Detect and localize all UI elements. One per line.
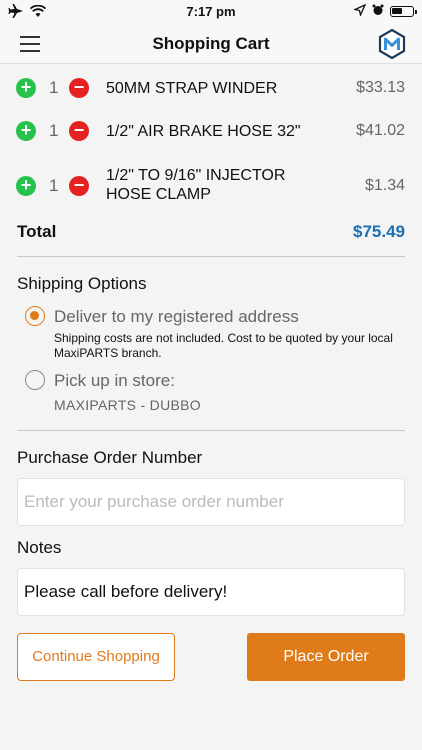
- decrease-quantity-button[interactable]: −: [69, 176, 89, 196]
- increase-quantity-button[interactable]: +: [16, 78, 36, 98]
- notes-label: Notes: [17, 538, 62, 557]
- location-arrow-icon: [352, 3, 367, 19]
- item-price: $33.13: [356, 79, 405, 96]
- cart-item: + 1 − 1/2" AIR BRAKE HOSE 32" $41.02: [0, 121, 422, 143]
- store-name: MAXIPARTS - DUBBO: [54, 397, 201, 413]
- decrease-quantity-button[interactable]: −: [69, 78, 89, 98]
- cart-item: + 1 − 50MM STRAP WINDER $33.13: [0, 78, 422, 100]
- status-bar-right: [352, 3, 417, 19]
- total-label: Total: [17, 222, 57, 241]
- hamburger-menu-icon[interactable]: [20, 36, 40, 52]
- item-name: 1/2" AIR BRAKE HOSE 32": [106, 123, 301, 140]
- status-bar: 7:17 pm: [0, 0, 422, 24]
- alarm-clock-icon: [372, 4, 384, 19]
- quantity-value: 1: [49, 121, 59, 140]
- battery-icon: [390, 6, 417, 17]
- divider: [17, 430, 405, 431]
- total-value: $75.49: [353, 222, 405, 241]
- pickup-label[interactable]: Pick up in store:: [54, 371, 175, 391]
- continue-shopping-button[interactable]: Continue Shopping: [17, 633, 175, 681]
- item-name: 50MM STRAP WINDER: [106, 80, 278, 97]
- deliver-label[interactable]: Deliver to my registered address: [54, 307, 299, 327]
- decrease-quantity-button[interactable]: −: [69, 121, 89, 141]
- place-order-button[interactable]: Place Order: [247, 633, 405, 681]
- cart-item: + 1 − 1/2" TO 9/16" INJECTOR HOSE CLAMP …: [0, 166, 422, 206]
- pickup-radio[interactable]: [25, 370, 45, 390]
- shipping-options-title: Shipping Options: [17, 274, 147, 293]
- notes-input[interactable]: [17, 568, 405, 616]
- item-price: $1.34: [364, 177, 405, 194]
- item-name: 1/2" TO 9/16" INJECTOR HOSE CLAMP: [106, 167, 286, 203]
- purchase-order-label: Purchase Order Number: [17, 448, 203, 467]
- page-title: Shopping Cart: [152, 34, 270, 53]
- item-price: $41.02: [356, 122, 405, 139]
- nav-bar: Shopping Cart: [0, 24, 422, 64]
- shipping-note: Shipping costs are not included. Cost to…: [54, 331, 393, 360]
- maxiparts-logo-icon[interactable]: [376, 28, 408, 60]
- increase-quantity-button[interactable]: +: [16, 176, 36, 196]
- increase-quantity-button[interactable]: +: [16, 121, 36, 141]
- deliver-radio[interactable]: [25, 306, 45, 326]
- purchase-order-input[interactable]: [17, 478, 405, 526]
- quantity-value: 1: [49, 78, 59, 97]
- quantity-value: 1: [49, 176, 59, 195]
- divider: [17, 256, 405, 257]
